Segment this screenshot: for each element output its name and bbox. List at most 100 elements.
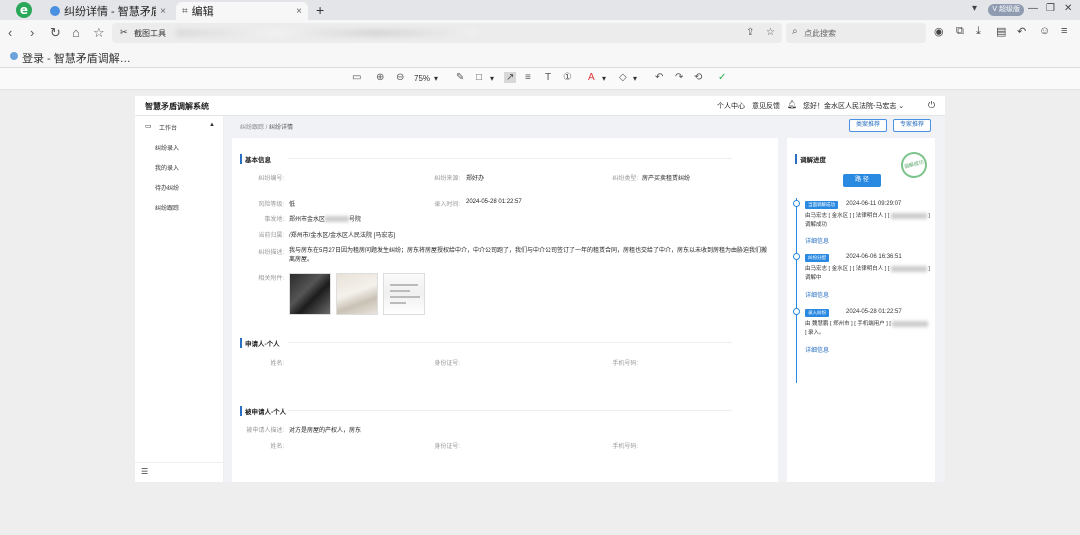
location-value: 郑州市金水区 号院 <box>289 216 362 223</box>
entry-time-label: 录入时间: <box>434 202 460 208</box>
folder-icon[interactable]: ▭ <box>352 72 361 83</box>
zoom-out-icon[interactable]: ⊖ <box>396 72 404 83</box>
sidebar-item-dispute-entry[interactable]: 纠纷录入 <box>155 143 179 152</box>
timeline-detail-link[interactable]: 详细信息 <box>805 236 829 245</box>
timeline-detail-link[interactable]: 详细信息 <box>805 290 829 299</box>
chevron-down-icon[interactable]: ▾ <box>490 74 494 83</box>
star-icon[interactable]: ☆ <box>93 25 105 41</box>
attachments-label: 相关附件: <box>258 276 284 282</box>
breadcrumb: 纠纷跟踪 / 纠纷详情 <box>240 125 294 131</box>
timeline-text: 由马宏志 [ 金水区 ] [ 法律明白人 ] [ ] 调解成功 <box>805 212 930 228</box>
chevron-up-icon: ▲ <box>209 122 215 128</box>
app-title: 智慧矛盾调解系统 <box>145 102 209 111</box>
chevron-down-icon[interactable]: ▾ <box>633 74 637 83</box>
ai-assistant-icon[interactable]: ◉ <box>934 25 944 38</box>
timeline-dot <box>793 308 800 315</box>
timeline-text: 由 魏慧鹏 [ 郑州市 ] [ 手机端用户 ] [ ] 录入。 <box>805 320 930 338</box>
personal-center-link[interactable]: 个人中心 <box>717 101 745 111</box>
zoom-level[interactable]: 75% <box>414 74 430 83</box>
zoom-in-icon[interactable]: ⊕ <box>376 72 384 83</box>
close-window-button[interactable]: ✕ <box>1064 3 1072 14</box>
color-picker-icon[interactable]: A <box>588 72 595 83</box>
new-tab-button[interactable]: + <box>316 2 324 18</box>
bell-icon[interactable]: 🔔︎ <box>787 100 797 109</box>
power-icon[interactable]: ⏻ <box>928 100 935 111</box>
search-icon: ⌕ <box>792 26 798 37</box>
sidebar-item-pending[interactable]: 待办纠纷 <box>155 183 179 192</box>
tab-list-icon[interactable]: ▾ <box>972 3 977 14</box>
tab-label: 编辑 <box>191 6 214 18</box>
arrow-icon[interactable]: ↗ <box>504 72 517 83</box>
timeline-dot <box>793 253 800 260</box>
number-marker-icon[interactable]: ① <box>563 72 572 83</box>
pen-icon[interactable]: ✎ <box>456 72 464 83</box>
vip-badge[interactable]: V 超级版 <box>988 4 1024 16</box>
sidebar-section-workbench[interactable]: ▭ 工作台 ▲ <box>135 122 224 134</box>
bookmark-item[interactable]: 登录 - 智慧矛盾调解… <box>22 50 131 66</box>
text-style-icon[interactable]: ≡ <box>525 72 531 83</box>
share-icon[interactable]: ⇪ <box>746 27 754 38</box>
description-label: 纠纷描述: <box>258 250 284 256</box>
timeline-text: 由马宏志 [ 金水区 ] [ 法律明白人 ] [ ] 调解中 <box>805 265 930 281</box>
chevron-down-icon[interactable]: ▾ <box>434 74 438 83</box>
maximize-button[interactable]: ❐ <box>1046 3 1055 14</box>
success-stamp: 调解成功 <box>898 149 930 181</box>
rectangle-icon[interactable]: □ <box>476 72 482 83</box>
reset-icon[interactable]: ⟲ <box>694 72 702 83</box>
sidebar-panel-icon[interactable]: ▤ <box>996 25 1006 38</box>
redo-icon[interactable]: ↷ <box>675 72 683 83</box>
back-icon[interactable]: ‹ <box>8 25 12 40</box>
sidebar: ▭ 工作台 ▲ 纠纷录入 我的录入 待办纠纷 纠纷跟踪 ☰ <box>135 116 224 482</box>
attachment-thumbnail[interactable] <box>336 273 378 315</box>
sidebar-section-label: 工作台 <box>159 126 178 132</box>
applicant-title: 申请人-个人 <box>240 338 280 348</box>
chevron-down-icon[interactable]: ▾ <box>602 74 606 83</box>
undo-history-icon[interactable]: ↶ <box>1017 25 1026 38</box>
user-greeting[interactable]: 您好！金水区人民法院-马宏志 ⌄ <box>803 101 904 111</box>
risk-level-label: 风险等级: <box>258 202 284 208</box>
expert-recommend-button[interactable]: 专家推荐 <box>893 119 931 132</box>
confirm-icon[interactable]: ✓ <box>718 72 726 83</box>
respondent-id-label: 身份证号: <box>434 444 460 450</box>
current-org-label: 当前归属: <box>258 233 284 239</box>
user-icon[interactable]: ☺ <box>1039 25 1050 37</box>
feedback-link[interactable]: 意见反馈 <box>752 101 780 111</box>
case-recommend-button[interactable]: 类案推荐 <box>849 119 887 132</box>
respondent-phone-label: 手机号码: <box>612 444 638 450</box>
location-label: 事发地: <box>264 217 284 223</box>
download-icon[interactable]: ⤓ <box>976 25 981 38</box>
timeline-time: 2024-05-28 01:22:57 <box>846 309 902 315</box>
bookmark-star-icon[interactable]: ☆ <box>766 27 775 38</box>
screenshot-icon[interactable]: ⧉ <box>956 25 964 38</box>
path-button[interactable]: 路 径 <box>843 174 881 187</box>
tab-dispute-detail[interactable]: 纠纷详情 - 智慧矛盾调解 × <box>44 2 172 20</box>
dispute-type-value: 房产买卖租赁纠纷 <box>642 176 691 182</box>
undo-icon[interactable]: ↶ <box>655 72 663 83</box>
sidebar-item-my-entries[interactable]: 我的录入 <box>155 163 179 172</box>
browser-tab-bar: e 纠纷详情 - 智慧矛盾调解 × ⌗ 编辑 × + ▾ V 超级版 — ❐ ✕ <box>0 0 1080 20</box>
tab-close-icon[interactable]: × <box>296 6 302 17</box>
menu-icon[interactable]: ≡ <box>1061 25 1067 37</box>
attachment-thumbnail[interactable] <box>383 273 425 315</box>
collapse-menu-icon[interactable]: ☰ <box>141 467 148 476</box>
applicant-phone-label: 手机号码: <box>612 361 638 367</box>
home-icon[interactable]: ⌂ <box>72 25 80 40</box>
tab-favicon-icon <box>50 6 60 16</box>
text-icon[interactable]: T <box>545 72 551 83</box>
respondent-desc-value: 对方是房屋的产权人，房东 <box>289 428 362 434</box>
minimize-button[interactable]: — <box>1028 3 1038 14</box>
search-input[interactable]: ⌕ 点此搜索 <box>786 23 926 43</box>
sidebar-item-tracking[interactable]: 纠纷跟踪 <box>155 203 179 212</box>
url-field[interactable]: ✂ 截图工具 ⇪ ☆ <box>112 23 782 43</box>
fill-icon[interactable]: ◇ <box>619 72 627 83</box>
forward-icon[interactable]: › <box>30 25 34 40</box>
reload-icon[interactable]: ↻ <box>50 25 61 41</box>
tab-close-icon[interactable]: × <box>160 6 166 17</box>
tab-edit[interactable]: ⌗ 编辑 × <box>176 2 308 20</box>
bookmarks-bar: 登录 - 智慧矛盾调解… <box>0 46 1080 68</box>
breadcrumb-current: 纠纷详情 <box>269 125 294 131</box>
dispute-detail-card: 基本信息 纠纷编号: 纠纷来源: 郑好办 纠纷类型: 房产买卖租赁纠纷 风险等级… <box>232 138 778 482</box>
timeline-detail-link[interactable]: 详细信息 <box>805 345 829 354</box>
breadcrumb-parent[interactable]: 纠纷跟踪 <box>240 125 264 131</box>
attachment-thumbnail[interactable] <box>289 273 331 315</box>
